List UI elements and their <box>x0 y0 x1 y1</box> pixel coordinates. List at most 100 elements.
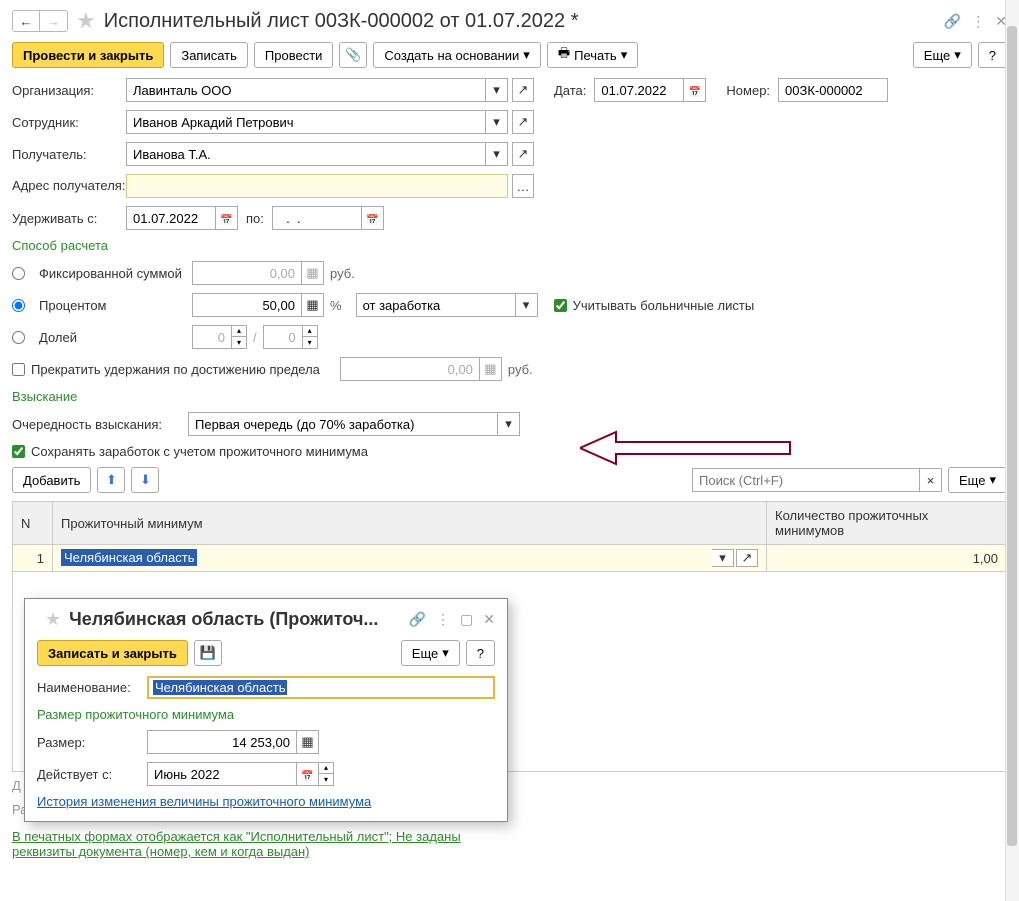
popup-name-input[interactable]: Челябинская область <box>147 676 495 699</box>
popup-size-section: Размер прожиточного минимума <box>37 707 495 722</box>
table-more-button[interactable]: Еще ▾ <box>948 467 1007 493</box>
recipient-label: Получатель: <box>12 147 126 162</box>
share-label: Долей <box>39 330 77 345</box>
row-n: 1 <box>13 545 53 572</box>
attach-button[interactable]: 📎 <box>339 42 367 68</box>
search-input[interactable] <box>692 468 920 492</box>
create-based-button[interactable]: Создать на основании ▾ <box>373 42 540 68</box>
popup-link-icon[interactable]: 🔗 <box>409 611 426 628</box>
spin-down[interactable]: ▾ <box>232 337 246 348</box>
nav-back-button[interactable]: ← <box>12 10 40 32</box>
popup-write-close-button[interactable]: Записать и закрыть <box>37 640 188 666</box>
clear-search-button[interactable]: × <box>920 468 942 492</box>
popup-maximize-icon[interactable]: ▢ <box>460 611 473 628</box>
share-num-spinner[interactable]: ▴▾ <box>192 325 247 349</box>
min-wage-table: N Прожиточный минимум Количество прожито… <box>12 501 1007 572</box>
recipient-open-button[interactable]: ↗ <box>512 142 534 166</box>
row-dropdown-button[interactable]: ▾ <box>712 549 734 567</box>
preserve-min-checkbox[interactable] <box>12 445 25 458</box>
row-open-button[interactable]: ↗ <box>736 549 758 567</box>
consider-sick-checkbox-row[interactable]: Учитывать больничные листы <box>554 298 755 313</box>
stop-limit-input[interactable] <box>340 357 480 381</box>
popup-effective-input[interactable] <box>147 762 297 786</box>
move-up-button[interactable]: ⬆ <box>97 467 125 493</box>
popup-size-calc-button[interactable]: ▦ <box>297 730 319 754</box>
employee-input[interactable] <box>126 110 486 134</box>
post-and-close-button[interactable]: Провести и закрыть <box>12 42 164 68</box>
org-dropdown-button[interactable]: ▾ <box>486 78 508 102</box>
popup-star-icon[interactable]: ★ <box>45 609 61 630</box>
org-label: Организация: <box>12 83 126 98</box>
popup-history-link[interactable]: История изменения величины прожиточного … <box>37 794 371 809</box>
preserve-min-checkbox-row[interactable]: Сохранять заработок с учетом прожиточног… <box>12 444 368 459</box>
percent-calc-button[interactable]: ▦ <box>302 293 324 317</box>
fixed-radio-row[interactable]: Фиксированной суммой <box>12 266 192 281</box>
popup-more-button[interactable]: Еще ▾ <box>401 640 460 666</box>
row-region[interactable]: Челябинская область ▾ ↗ <box>53 545 767 572</box>
percent-radio[interactable] <box>12 299 25 312</box>
stop-limit-calc-button: ▦ <box>480 357 502 381</box>
link-icon[interactable]: 🔗 <box>944 13 961 30</box>
employee-open-button[interactable]: ↗ <box>512 110 534 134</box>
table-row[interactable]: 1 Челябинская область ▾ ↗ 1,00 <box>13 545 1007 572</box>
number-input[interactable] <box>778 78 888 102</box>
vertical-scrollbar[interactable] <box>1005 0 1019 901</box>
write-button[interactable]: Записать <box>170 42 248 68</box>
priority-input[interactable] <box>188 412 498 436</box>
percent-amount-input[interactable] <box>192 293 302 317</box>
withhold-to-cal-button[interactable] <box>362 206 384 230</box>
spin-down[interactable]: ▾ <box>319 774 333 785</box>
priority-dropdown[interactable]: ▾ <box>498 412 520 436</box>
fixed-label: Фиксированной суммой <box>39 266 182 281</box>
popup-more-icon[interactable]: ⋮ <box>436 611 450 628</box>
share-radio-row[interactable]: Долей <box>12 330 192 345</box>
more-vert-icon[interactable]: ⋮ <box>971 13 985 30</box>
share-num-input[interactable] <box>192 325 232 349</box>
fixed-amount-input[interactable] <box>192 261 302 285</box>
percent-radio-row[interactable]: Процентом <box>12 298 192 313</box>
addr-more-button[interactable]: … <box>512 174 534 198</box>
help-button[interactable]: ? <box>978 42 1007 68</box>
share-den-spinner[interactable]: ▴▾ <box>263 325 318 349</box>
nav-forward-button[interactable]: → <box>40 10 68 32</box>
share-radio[interactable] <box>12 331 25 344</box>
print-button[interactable]: 🖶 Печать ▾ <box>547 42 638 68</box>
move-down-button[interactable]: ⬇ <box>131 467 159 493</box>
date-input[interactable] <box>594 78 684 102</box>
employee-dropdown-button[interactable]: ▾ <box>486 110 508 134</box>
spin-up[interactable]: ▴ <box>303 326 317 337</box>
share-den-input[interactable] <box>263 325 303 349</box>
popup-effective-cal-button[interactable] <box>297 762 319 786</box>
recipient-dropdown-button[interactable]: ▾ <box>486 142 508 166</box>
org-input[interactable] <box>126 78 486 102</box>
recipient-input[interactable] <box>126 142 486 166</box>
percent-base-dropdown[interactable]: ▾ <box>516 293 538 317</box>
consider-sick-checkbox[interactable] <box>554 299 567 312</box>
popup-close-icon[interactable]: ✕ <box>483 611 495 628</box>
fixed-radio[interactable] <box>12 267 25 280</box>
org-open-button[interactable]: ↗ <box>512 78 534 102</box>
favorite-star-icon[interactable]: ★ <box>76 8 96 34</box>
spin-up[interactable]: ▴ <box>232 326 246 337</box>
spin-up[interactable]: ▴ <box>319 763 333 774</box>
popup-size-input[interactable] <box>147 730 297 754</box>
withhold-from-cal-button[interactable] <box>216 206 238 230</box>
more-button[interactable]: Еще ▾ <box>913 42 972 68</box>
popup-size-label: Размер: <box>37 735 147 750</box>
addr-input[interactable] <box>126 174 508 198</box>
post-button[interactable]: Провести <box>254 42 334 68</box>
row-qty[interactable]: 1,00 <box>767 545 1007 572</box>
popup-help-button[interactable]: ? <box>466 640 495 666</box>
withhold-from-input[interactable] <box>126 206 216 230</box>
popup-save-button[interactable] <box>194 640 222 666</box>
print-forms-link[interactable]: В печатных формах отображается как "Испо… <box>12 829 472 859</box>
add-button[interactable]: Добавить <box>12 467 91 493</box>
percent-base-input[interactable] <box>356 293 516 317</box>
date-cal-button[interactable] <box>684 78 706 102</box>
withhold-to-input[interactable] <box>272 206 362 230</box>
stop-limit-checkbox-row[interactable]: Прекратить удержания по достижению преде… <box>12 362 320 377</box>
withhold-from-label: Удерживать с: <box>12 211 126 226</box>
scrollbar-thumb[interactable] <box>1007 26 1017 846</box>
spin-down[interactable]: ▾ <box>303 337 317 348</box>
stop-limit-checkbox[interactable] <box>12 363 25 376</box>
